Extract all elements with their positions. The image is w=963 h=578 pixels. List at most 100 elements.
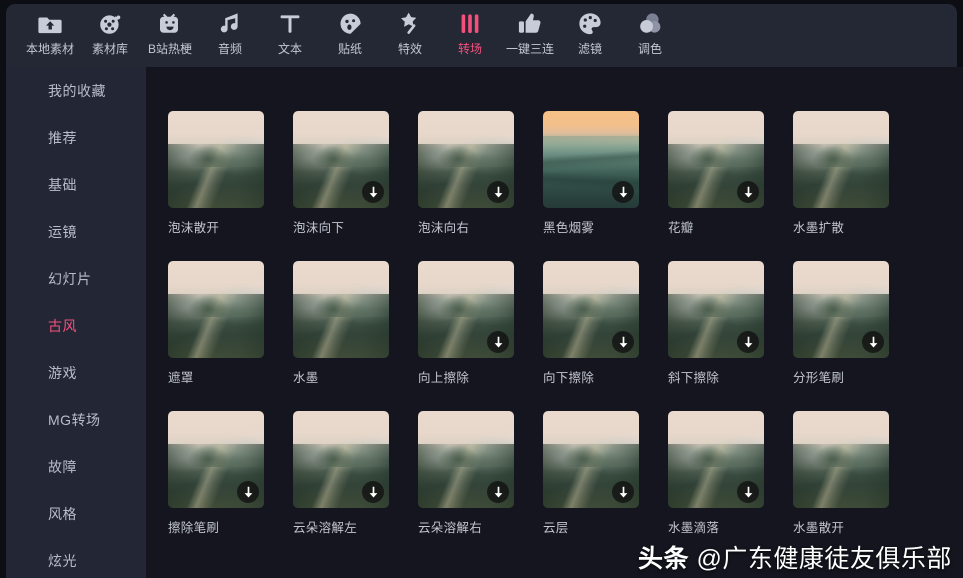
transition-label: 水墨散开 <box>793 521 845 535</box>
transition-grid: 泡沫散开 泡沫向下 泡沫向右 黑色烟雾 花瓣 水墨扩散遮罩 水墨 向上擦除 向下擦除 斜下擦除 分形… <box>168 111 918 561</box>
sidebar-item-炫光[interactable]: 炫光 <box>6 537 146 578</box>
transition-thumbnail <box>293 411 389 508</box>
transition-card[interactable]: 向上擦除 <box>418 261 543 411</box>
top-toolbar: 本地素材 素材库 B站热梗 音频 文本 贴纸 特效 转场 一键三连 滤镜 调色 <box>6 4 957 67</box>
toolbar-item-B站热梗[interactable]: B站热梗 <box>140 4 200 64</box>
toolbar-item-贴纸[interactable]: 贴纸 <box>320 4 380 64</box>
transition-card[interactable]: 云朵溶解左 <box>293 411 418 561</box>
transition-card[interactable]: 水墨 <box>293 261 418 411</box>
transition-label: 水墨 <box>293 371 319 385</box>
transition-card[interactable]: 泡沫向右 <box>418 111 543 261</box>
transition-label: 水墨滴落 <box>668 521 720 535</box>
transition-thumbnail <box>168 411 264 508</box>
download-arrow-icon[interactable] <box>237 481 259 503</box>
transition-thumbnail <box>668 411 764 508</box>
transition-card[interactable]: 遮罩 <box>168 261 293 411</box>
toolbar-item-label: 特效 <box>397 42 422 56</box>
transition-label: 黑色烟雾 <box>543 221 595 235</box>
toolbar-item-label: 素材库 <box>91 42 128 56</box>
download-arrow-icon[interactable] <box>362 181 384 203</box>
transition-thumbnail <box>793 261 889 358</box>
toolbar-item-一键三连[interactable]: 一键三连 <box>500 4 560 64</box>
transition-thumbnail <box>168 111 264 208</box>
transition-label: 花瓣 <box>668 221 694 235</box>
bilibili-tv-icon <box>156 9 184 39</box>
download-arrow-icon[interactable] <box>737 181 759 203</box>
transition-thumbnail <box>418 261 514 358</box>
sidebar-item-幻灯片[interactable]: 幻灯片 <box>6 255 146 302</box>
sidebar-item-游戏[interactable]: 游戏 <box>6 349 146 396</box>
download-arrow-icon[interactable] <box>862 331 884 353</box>
transition-thumbnail <box>293 261 389 358</box>
thumbs-up-icon <box>516 9 544 39</box>
transition-label: 云朵溶解右 <box>418 521 483 535</box>
download-arrow-icon[interactable] <box>487 481 509 503</box>
download-arrow-icon[interactable] <box>612 481 634 503</box>
transition-card[interactable]: 黑色烟雾 <box>543 111 668 261</box>
transition-card[interactable]: 泡沫向下 <box>293 111 418 261</box>
download-arrow-icon[interactable] <box>487 331 509 353</box>
transition-thumbnail <box>668 261 764 358</box>
sidebar-item-我的收藏[interactable]: 我的收藏 <box>6 67 146 114</box>
transition-card[interactable]: 水墨散开 <box>793 411 918 561</box>
toolbar-item-转场[interactable]: 转场 <box>440 4 500 64</box>
transition-label: 斜下擦除 <box>668 371 720 385</box>
sidebar-item-推荐[interactable]: 推荐 <box>6 114 146 161</box>
transition-card[interactable]: 水墨扩散 <box>793 111 918 261</box>
transition-card[interactable]: 斜下擦除 <box>668 261 793 411</box>
sidebar-item-风格[interactable]: 风格 <box>6 490 146 537</box>
transition-card[interactable]: 分形笔刷 <box>793 261 918 411</box>
toolbar-item-label: 调色 <box>637 42 662 56</box>
transition-label: 向上擦除 <box>418 371 470 385</box>
transition-thumbnail <box>418 411 514 508</box>
toolbar-item-本地素材[interactable]: 本地素材 <box>20 4 80 64</box>
toolbar-item-调色[interactable]: 调色 <box>620 4 680 64</box>
transition-card[interactable]: 花瓣 <box>668 111 793 261</box>
transition-card[interactable]: 擦除笔刷 <box>168 411 293 561</box>
transition-thumbnail <box>293 111 389 208</box>
transition-thumbnail <box>543 261 639 358</box>
sidebar-item-古风[interactable]: 古风 <box>6 302 146 349</box>
toolbar-item-label: 滤镜 <box>577 42 602 56</box>
sidebar-item-基础[interactable]: 基础 <box>6 161 146 208</box>
folder-upload-icon <box>36 9 64 39</box>
film-reel-icon <box>96 9 124 39</box>
download-arrow-icon[interactable] <box>362 481 384 503</box>
color-circles-icon <box>636 9 664 39</box>
download-arrow-icon[interactable] <box>737 481 759 503</box>
transition-card[interactable]: 向下擦除 <box>543 261 668 411</box>
transition-card[interactable]: 水墨滴落 <box>668 411 793 561</box>
toolbar-item-音频[interactable]: 音频 <box>200 4 260 64</box>
transition-label: 水墨扩散 <box>793 221 845 235</box>
toolbar-item-素材库[interactable]: 素材库 <box>80 4 140 64</box>
download-arrow-icon[interactable] <box>612 331 634 353</box>
transition-bars-icon <box>456 9 484 39</box>
music-note-icon <box>216 9 244 39</box>
download-arrow-icon[interactable] <box>612 181 634 203</box>
sidebar-item-运镜[interactable]: 运镜 <box>6 208 146 255</box>
transition-thumbnail <box>793 111 889 208</box>
transition-card[interactable]: 云朵溶解右 <box>418 411 543 561</box>
transition-card[interactable]: 云层 <box>543 411 668 561</box>
toolbar-item-label: 贴纸 <box>337 42 362 56</box>
transition-thumbnail <box>793 411 889 508</box>
transition-label: 云朵溶解左 <box>293 521 358 535</box>
toolbar-item-文本[interactable]: 文本 <box>260 4 320 64</box>
toolbar-item-滤镜[interactable]: 滤镜 <box>560 4 620 64</box>
sidebar-item-故障[interactable]: 故障 <box>6 443 146 490</box>
transition-card[interactable]: 泡沫散开 <box>168 111 293 261</box>
transition-label: 向下擦除 <box>543 371 595 385</box>
transition-label: 遮罩 <box>168 371 194 385</box>
sidebar-item-MG转场[interactable]: MG转场 <box>6 396 146 443</box>
magic-wand-icon <box>396 9 424 39</box>
toolbar-item-特效[interactable]: 特效 <box>380 4 440 64</box>
download-arrow-icon[interactable] <box>487 181 509 203</box>
download-arrow-icon[interactable] <box>737 331 759 353</box>
transition-thumbnail <box>543 411 639 508</box>
toolbar-item-label: 音频 <box>217 42 242 56</box>
transition-thumbnail <box>668 111 764 208</box>
transition-thumbnail <box>168 261 264 358</box>
transition-label: 泡沫向下 <box>293 221 345 235</box>
transition-thumbnail <box>418 111 514 208</box>
toolbar-item-label: 转场 <box>457 42 482 56</box>
